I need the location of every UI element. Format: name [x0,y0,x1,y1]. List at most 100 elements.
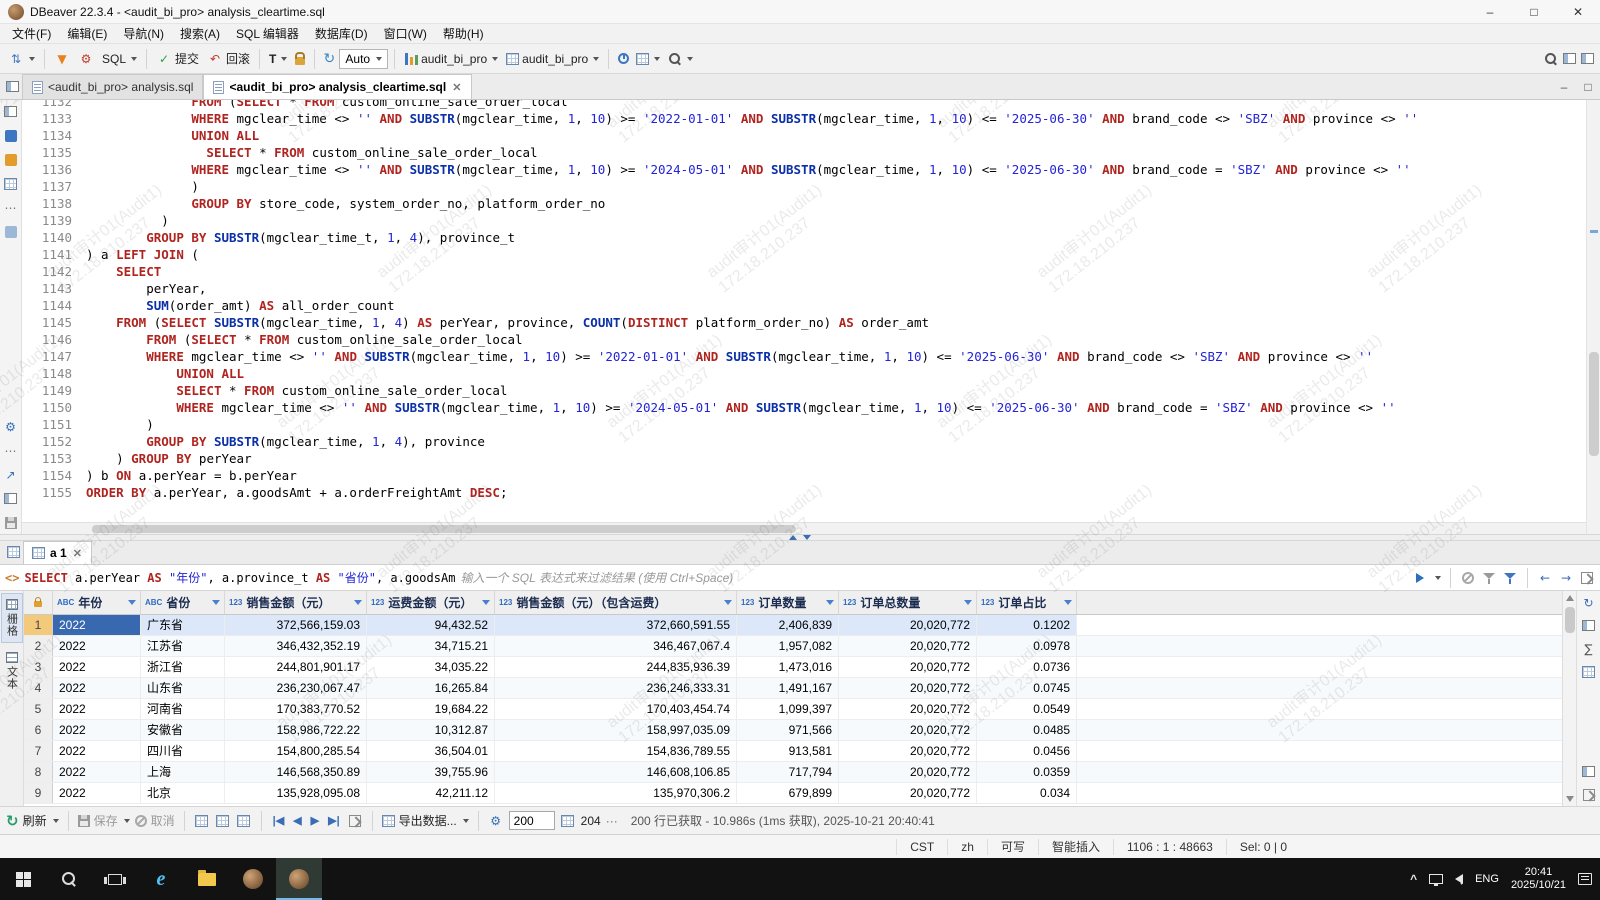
hidden-icons-chevron[interactable]: ^ [1410,872,1417,886]
code-line[interactable]: 1141) a LEFT JOIN ( [22,246,1586,263]
filter-arrow-icon[interactable] [482,600,490,605]
grid-cell[interactable]: 146,568,350.89 [225,762,367,782]
editor-tab-analysis-cleartime[interactable]: <audit_bi_pro> analysis_cleartime.sql ✕ [203,74,472,99]
grid-cell[interactable]: 0.0978 [977,636,1077,656]
row-number[interactable]: 5 [24,699,53,719]
grid-cell[interactable]: 158,986,722.22 [225,720,367,740]
row-number[interactable]: 1 [24,615,53,635]
status-caret-position[interactable]: 1106 : 1 : 48663 [1113,839,1226,855]
grid-cell[interactable]: 372,566,159.03 [225,615,367,635]
code-line[interactable]: 1136 WHERE mgclear_time <> '' AND SUBSTR… [22,161,1586,178]
grid-cell[interactable]: 154,836,789.55 [495,741,737,761]
scrollbar-thumb[interactable] [1565,607,1575,633]
taskbar-clock[interactable]: 20:41 2025/10/21 [1511,866,1566,892]
save-result-icon[interactable] [3,515,18,530]
file-explorer-button[interactable] [184,858,230,900]
editor-list-icon[interactable] [2,74,22,99]
grid-cell[interactable]: 20,020,772 [839,741,977,761]
search-menu-button[interactable] [665,50,696,68]
database-navigator-icon[interactable] [3,128,18,143]
code-line[interactable]: 1140 GROUP BY SUBSTR(mgclear_time_t, 1, … [22,229,1586,246]
grid-vertical-scrollbar[interactable] [1562,591,1576,806]
scrollbar-thumb[interactable] [1589,352,1599,456]
grid-corner-cell[interactable] [24,591,53,614]
execute-statement-button[interactable]: ▼ [51,49,73,69]
grid-cell[interactable]: 170,403,454.74 [495,699,737,719]
grid-cell[interactable]: 1,957,082 [737,636,839,656]
projects-icon[interactable] [3,152,18,167]
delete-row-icon[interactable] [236,813,252,829]
scrollbar-thumb[interactable] [92,525,796,533]
history-forward-icon[interactable]: → [1558,570,1574,586]
toolbar-search-icon[interactable] [1543,51,1559,67]
menu-item[interactable]: 窗口(W) [376,24,435,43]
grid-cell[interactable]: 江苏省 [141,636,225,656]
column-header[interactable]: 123订单总数量 [839,591,977,614]
code-line[interactable]: 1139 ) [22,212,1586,229]
metadata-panel-icon[interactable] [1581,664,1596,679]
grid-cell[interactable]: 四川省 [141,741,225,761]
maximize-results-icon[interactable] [1579,570,1595,586]
taskbar-search-button[interactable] [46,858,92,900]
open-perspective-icon[interactable] [1561,51,1577,67]
autocommit-refresh-icon[interactable]: ↻ [321,51,337,67]
sql-menu-button[interactable]: SQL [99,50,140,68]
grid-cell[interactable]: 1,099,397 [737,699,839,719]
record-view-icon[interactable]: ↻ [1581,595,1596,610]
filter-arrow-icon[interactable] [724,600,732,605]
grid-cell[interactable]: 2022 [53,657,141,677]
maximize-editor-icon[interactable]: □ [1576,74,1600,99]
grid-cell[interactable]: 广东省 [141,615,225,635]
collapse-up-icon[interactable] [789,535,797,540]
clear-filter-icon[interactable] [1460,570,1476,586]
history-back-icon[interactable]: ← [1537,570,1553,586]
code-line[interactable]: 1143 perYear, [22,280,1586,297]
grid-cell[interactable]: 346,467,067.4 [495,636,737,656]
close-button[interactable]: ✕ [1556,0,1600,24]
code-line[interactable]: 1151 ) [22,416,1586,433]
start-button[interactable] [0,858,46,900]
catalog-button[interactable] [633,51,663,67]
grid-settings-gear-icon[interactable]: ⚙ [488,813,504,829]
grid-cell[interactable]: 913,581 [737,741,839,761]
menu-item[interactable]: 导航(N) [115,24,172,43]
first-row-button[interactable]: |◀ [271,814,287,827]
save-button[interactable]: 保存 [78,812,130,829]
last-row-button[interactable]: ▶| [326,814,342,827]
grid-cell[interactable]: 717,794 [737,762,839,782]
column-header[interactable]: 123订单占比 [977,591,1077,614]
grid-cell[interactable]: 19,684.22 [367,699,495,719]
code-line[interactable]: 1155ORDER BY a.perYear, a.goodsAmt + a.o… [22,484,1586,501]
row-number[interactable]: 6 [24,720,53,740]
grid-cell[interactable]: 0.0745 [977,678,1077,698]
grid-cell[interactable]: 20,020,772 [839,783,977,803]
task-view-button[interactable] [92,858,138,900]
query-time-icon[interactable] [615,51,631,67]
code-line[interactable]: 1144 SUM(order_amt) AS all_order_count [22,297,1586,314]
vertical-scrollbar[interactable] [1586,100,1600,534]
cancel-button[interactable]: 取消 [135,812,175,829]
code-line[interactable]: 1132 FROM (SELECT * FROM custom_online_s… [22,100,1586,110]
grid-cell[interactable]: 20,020,772 [839,678,977,698]
grid-cell[interactable]: 0.0736 [977,657,1077,677]
code-line[interactable]: 1153 ) GROUP BY perYear [22,450,1586,467]
panel-layout-icon[interactable] [1581,764,1596,779]
grid-cell[interactable]: 236,230,067.47 [225,678,367,698]
close-results-icon[interactable]: ✕ [72,547,83,560]
grid-cell[interactable]: 山东省 [141,678,225,698]
row-number[interactable]: 2 [24,636,53,656]
grid-cell[interactable]: 34,035.22 [367,657,495,677]
filter-arrow-icon[interactable] [212,600,220,605]
maximize-button[interactable]: □ [1512,0,1556,24]
dbeaver-taskbar-button[interactable] [230,858,276,900]
next-row-button[interactable]: ▶ [309,814,321,827]
editor-results-splitter[interactable] [0,534,1600,541]
grid-cell[interactable]: 36,504.01 [367,741,495,761]
filter-input[interactable]: 输入一个 SQL 表达式来过滤结果 (使用 Ctrl+Space) [460,569,733,586]
autocommit-select[interactable]: Auto [339,49,388,69]
minimize-button[interactable]: – [1468,0,1512,24]
overflow-menu-icon[interactable]: ··· [606,814,618,828]
grid-cell[interactable]: 20,020,772 [839,657,977,677]
grid-cell[interactable]: 42,211.12 [367,783,495,803]
export-data-button[interactable]: 导出数据... [382,812,469,829]
